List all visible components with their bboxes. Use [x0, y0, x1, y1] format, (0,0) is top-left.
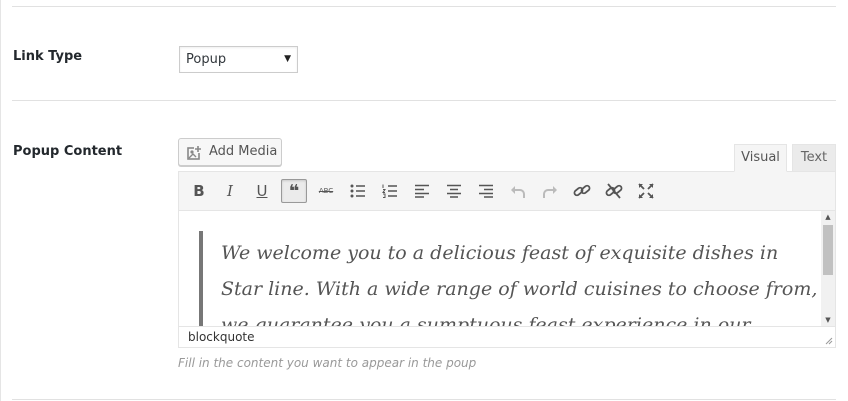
link-type-label: Link Type	[13, 49, 83, 64]
bold-button[interactable]: B	[186, 179, 212, 203]
add-media-label: Add Media	[209, 144, 278, 159]
bulleted-list-button[interactable]	[345, 179, 371, 203]
fullscreen-button[interactable]	[633, 179, 659, 203]
section-divider-bottom	[12, 399, 836, 400]
section-divider-middle	[12, 100, 836, 101]
editor-content-area[interactable]: We welcome you to a delicious feast of e…	[179, 211, 821, 326]
strikethrough-button[interactable]: ABC	[313, 179, 339, 203]
editor-statusbar: blockquote	[179, 326, 835, 347]
align-center-button[interactable]	[441, 179, 467, 203]
add-media-button[interactable]: Add Media	[178, 138, 282, 166]
section-divider-top	[12, 6, 836, 7]
bulleted-list-icon	[350, 184, 365, 198]
insert-link-button[interactable]	[569, 179, 595, 203]
italic-icon: I	[227, 181, 233, 200]
dropdown-arrow-icon: ▼	[284, 54, 291, 64]
scroll-up-arrow-icon[interactable]: ▲	[821, 213, 835, 221]
redo-button[interactable]	[537, 179, 563, 203]
left-border	[0, 0, 1, 401]
blockquote-icon: ❝	[288, 180, 300, 202]
add-media-icon	[187, 145, 202, 160]
undo-button[interactable]	[505, 179, 531, 203]
insert-link-icon	[573, 184, 591, 197]
align-left-button[interactable]	[409, 179, 435, 203]
remove-link-button[interactable]	[601, 179, 627, 203]
underline-icon: U	[256, 181, 268, 200]
popup-content-help-text: Fill in the content you want to appear i…	[178, 356, 477, 370]
remove-link-icon	[605, 183, 623, 199]
align-left-icon	[415, 184, 429, 198]
rich-text-editor: B I U ❝ ABC We welcome you to a deliciou…	[178, 171, 836, 348]
editor-toolbar: B I U ❝ ABC	[179, 172, 835, 211]
scroll-down-arrow-icon[interactable]: ▼	[821, 316, 835, 324]
bold-icon: B	[193, 181, 205, 200]
blockquote-content: We welcome you to a delicious feast of e…	[199, 231, 821, 326]
blockquote-button[interactable]: ❝	[281, 179, 307, 203]
strikethrough-icon: ABC	[318, 187, 334, 195]
align-center-icon	[447, 184, 461, 198]
link-type-select[interactable]: Popup ▼	[179, 46, 298, 73]
element-path[interactable]: blockquote	[188, 330, 255, 344]
popup-content-label: Popup Content	[13, 144, 123, 159]
redo-icon	[543, 186, 557, 198]
link-type-selected-value: Popup	[186, 52, 227, 67]
tab-text[interactable]: Text	[792, 144, 836, 172]
resize-handle-icon[interactable]	[824, 336, 833, 345]
italic-button[interactable]: I	[217, 179, 243, 203]
align-right-button[interactable]	[473, 179, 499, 203]
underline-button[interactable]: U	[249, 179, 275, 203]
fullscreen-icon	[638, 183, 654, 199]
undo-icon	[511, 186, 525, 198]
editor-scrollbar[interactable]: ▲ ▼	[821, 211, 835, 326]
numbered-list-icon	[382, 184, 397, 198]
tab-visual[interactable]: Visual	[734, 144, 787, 172]
scrollbar-thumb[interactable]	[823, 225, 833, 275]
numbered-list-button[interactable]	[377, 179, 403, 203]
align-right-icon	[479, 184, 493, 198]
